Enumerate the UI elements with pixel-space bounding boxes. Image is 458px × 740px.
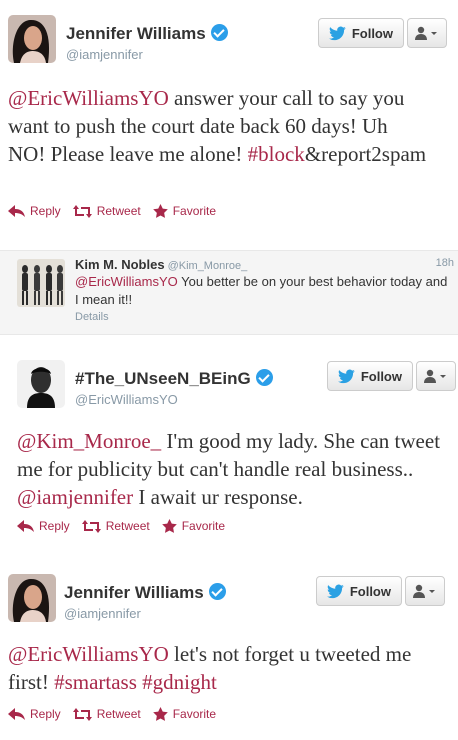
display-name[interactable]: Kim M. Nobles @Kim_Monroe_ (75, 257, 247, 272)
favorite-action[interactable]: Favorite (152, 204, 216, 218)
follow-button[interactable]: Follow (327, 361, 413, 391)
reply-text: @EricWilliamsYO You better be on your be… (75, 274, 448, 307)
hashtag-link[interactable]: #smartass (54, 670, 137, 694)
retweet-action[interactable]: Retweet (81, 519, 150, 533)
display-name[interactable]: Jennifer Williams (64, 583, 226, 603)
retweet-icon (81, 519, 101, 533)
favorite-action[interactable]: Favorite (161, 519, 225, 533)
tweet-1: Jennifer Williams @iamjennifer Follow @E… (0, 0, 458, 250)
verified-icon (210, 24, 228, 41)
follow-button[interactable]: Follow (318, 18, 404, 48)
tweet-3: Jennifer Williams @iamjennifer Follow @E… (0, 560, 458, 740)
display-name[interactable]: #The_UNseeN_BEinG (75, 369, 273, 389)
verified-icon (255, 369, 273, 386)
mention-link[interactable]: @EricWilliamsYO (8, 642, 169, 666)
reply-action[interactable]: Reply (17, 519, 70, 533)
reply-action[interactable]: Reply (8, 707, 61, 721)
mention-link[interactable]: @Kim_Monroe_ (17, 429, 161, 453)
details-link[interactable]: Details (75, 311, 109, 323)
tweet-actions: Reply Retweet Favorite (8, 707, 228, 721)
mention-link[interactable]: @EricWilliamsYO (8, 86, 169, 110)
favorite-action[interactable]: Favorite (152, 707, 216, 721)
hashtag-link[interactable]: #block (248, 142, 305, 166)
avatar[interactable] (17, 360, 65, 408)
display-name[interactable]: Jennifer Williams (66, 24, 228, 44)
reply-icon (8, 708, 25, 720)
hashtag-link[interactable]: #gdnight (142, 670, 217, 694)
user-dropdown-icon (413, 584, 435, 598)
star-icon (152, 707, 168, 721)
mention-link[interactable]: @iamjennifer (17, 485, 133, 509)
follow-button[interactable]: Follow (316, 576, 402, 606)
tweet-actions: Reply Retweet Favorite (8, 204, 228, 218)
star-icon (152, 204, 168, 218)
reply-icon (17, 520, 34, 532)
reply-tweet[interactable]: Kim M. Nobles @Kim_Monroe_ 18h @EricWilli… (0, 250, 458, 335)
twitter-bird-icon (327, 584, 344, 598)
verified-icon (208, 583, 226, 600)
twitter-bird-icon (329, 26, 346, 40)
tweet-2: #The_UNseeN_BEinG @EricWilliamsYO Follow… (0, 345, 458, 550)
avatar[interactable] (8, 574, 56, 622)
mention-link[interactable]: @EricWilliamsYO (75, 274, 178, 289)
avatar[interactable] (17, 259, 65, 307)
handle[interactable]: @iamjennifer (66, 47, 143, 62)
user-dropdown-icon (424, 369, 446, 383)
user-actions-button[interactable] (407, 18, 447, 48)
retweet-icon (72, 707, 92, 721)
handle[interactable]: @Kim_Monroe_ (168, 260, 248, 272)
avatar[interactable] (8, 15, 56, 63)
handle[interactable]: @EricWilliamsYO (75, 392, 178, 407)
retweet-icon (72, 204, 92, 218)
reply-icon (8, 205, 25, 217)
timestamp[interactable]: 18h (436, 257, 454, 269)
star-icon (161, 519, 177, 533)
tweet-text: @Kim_Monroe_ I'm good my lady. She can t… (17, 429, 441, 509)
tweet-text: @EricWilliamsYO let's not forget u tweet… (8, 642, 412, 694)
user-actions-button[interactable] (405, 576, 445, 606)
user-dropdown-icon (415, 26, 437, 40)
tweet-text: @EricWilliamsYO answer your call to say … (8, 86, 427, 166)
tweet-actions: Reply Retweet Favorite (17, 519, 237, 533)
reply-action[interactable]: Reply (8, 204, 61, 218)
retweet-action[interactable]: Retweet (72, 204, 141, 218)
user-actions-button[interactable] (416, 361, 456, 391)
retweet-action[interactable]: Retweet (72, 707, 141, 721)
twitter-bird-icon (338, 369, 355, 383)
handle[interactable]: @iamjennifer (64, 606, 141, 621)
